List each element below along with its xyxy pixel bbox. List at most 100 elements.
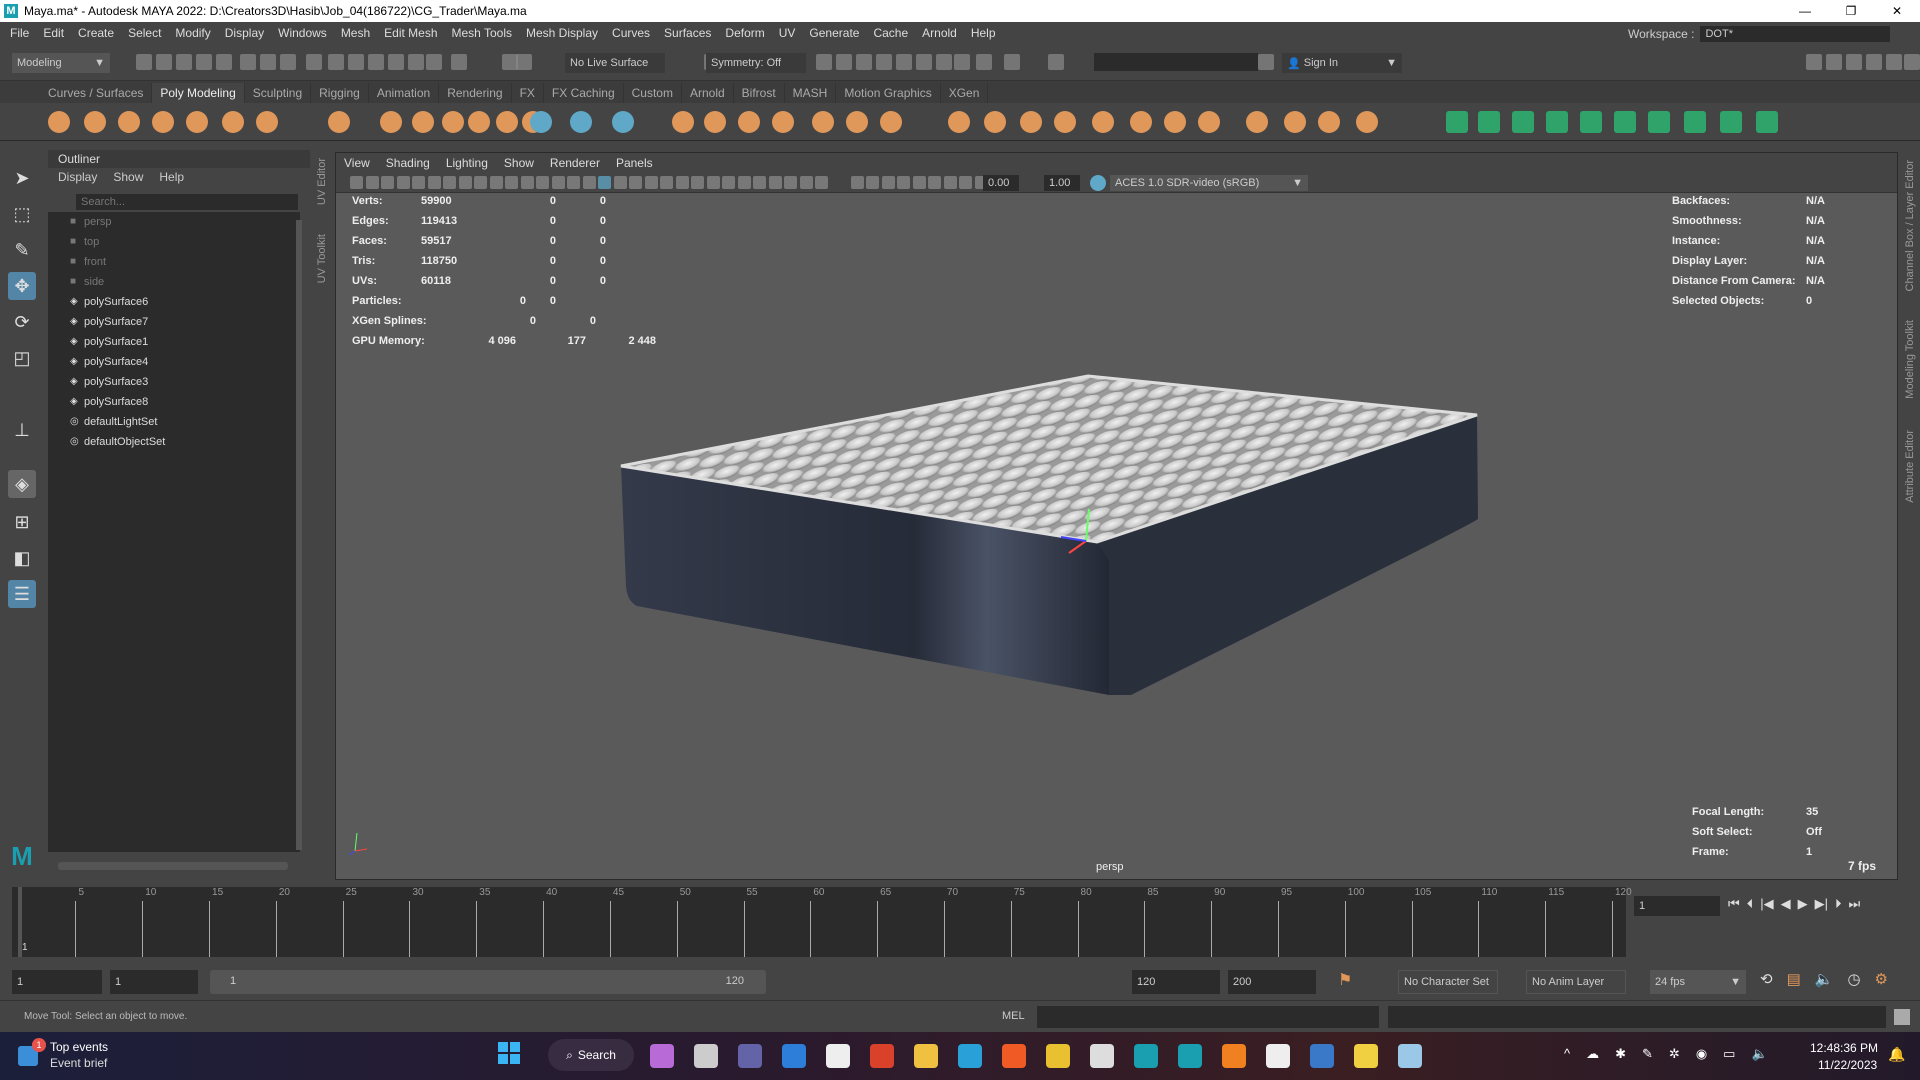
preferences-icon[interactable]: ⚙ (1875, 970, 1888, 988)
shelf-tool-icon[interactable] (380, 111, 402, 133)
statusline-tool-icon[interactable] (1004, 54, 1020, 70)
shelf-tool-icon[interactable] (118, 111, 140, 133)
input-field[interactable] (1094, 53, 1258, 71)
shelf-tool-icon[interactable] (1318, 111, 1340, 133)
menu-edit-mesh[interactable]: Edit Mesh (384, 26, 437, 40)
shelf-tool-icon[interactable] (1580, 111, 1602, 133)
statusline-tool-icon[interactable] (348, 54, 364, 70)
menu-mesh-display[interactable]: Mesh Display (526, 26, 598, 40)
script-language-toggle[interactable]: MEL (1002, 1010, 1025, 1022)
statusline-tool-icon[interactable] (451, 54, 467, 70)
fps-dropdown[interactable]: 24 fps ▼ (1650, 970, 1746, 994)
cache-icon[interactable]: ▤ (1787, 970, 1801, 988)
uv-toolkit-tab[interactable]: UV Toolkit (316, 234, 328, 283)
statusline-tool-icon[interactable] (240, 54, 256, 70)
outliner-scrollbar[interactable] (296, 220, 302, 850)
statusline-tool-icon[interactable] (954, 54, 970, 70)
shelf-tool-icon[interactable] (1198, 111, 1220, 133)
symmetry-dropdown[interactable]: Symmetry: Off (706, 53, 806, 73)
shelf-tool-icon[interactable] (328, 111, 350, 133)
shelf-tool-icon[interactable] (256, 111, 278, 133)
panel-toggle-icon[interactable] (1866, 54, 1882, 70)
panel-toggle-icon[interactable] (1886, 54, 1902, 70)
statusline-tool-icon[interactable] (426, 54, 442, 70)
shelf-tool-icon[interactable] (84, 111, 106, 133)
menu-curves[interactable]: Curves (612, 26, 650, 40)
shelf-tool-icon[interactable] (1446, 111, 1468, 133)
scale-tool-icon[interactable]: ◰ (8, 344, 36, 372)
notifications-bell-icon[interactable]: 🔔 (1888, 1046, 1905, 1063)
shelf-tool-icon[interactable] (704, 111, 726, 133)
two-pane-layout-icon[interactable]: ◧ (8, 544, 36, 572)
file-explorer-icon[interactable] (914, 1044, 938, 1068)
store-icon[interactable] (826, 1044, 850, 1068)
menu-display[interactable]: Display (225, 26, 264, 40)
bluetooth-icon[interactable]: ✲ (1669, 1046, 1680, 1062)
teams-icon[interactable] (738, 1044, 762, 1068)
menu-modify[interactable]: Modify (175, 26, 210, 40)
edge-icon[interactable] (958, 1044, 982, 1068)
statusline-tool-icon[interactable] (216, 54, 232, 70)
discord-icon[interactable]: ◉ (1696, 1046, 1707, 1062)
copilot-icon[interactable] (650, 1044, 674, 1068)
workspace-selector[interactable]: Workspace : DOT* (1628, 26, 1891, 42)
rotate-tool-icon[interactable]: ⟳ (8, 308, 36, 336)
panel-toggle-icon[interactable] (1806, 54, 1822, 70)
sign-in-button[interactable]: 👤 Sign In ▼ (1282, 53, 1402, 73)
statusline-tool-icon[interactable] (1048, 54, 1064, 70)
single-pane-layout-icon[interactable]: ◈ (8, 470, 36, 498)
character-set-dropdown[interactable]: No Character Set (1398, 970, 1498, 994)
command-input[interactable] (1037, 1006, 1379, 1028)
shelf-tool-icon[interactable] (412, 111, 434, 133)
uv-editor-tab[interactable]: UV Editor (316, 158, 328, 205)
shelf-tab-mash[interactable]: MASH (785, 83, 837, 103)
shelf-tool-icon[interactable] (880, 111, 902, 133)
inkscape-icon[interactable] (1266, 1044, 1290, 1068)
shelf-tool-icon[interactable] (672, 111, 694, 133)
step-back-frame-icon[interactable]: |◀ (1760, 896, 1773, 912)
shelf-tool-icon[interactable] (612, 111, 634, 133)
statusline-tool-icon[interactable] (1258, 54, 1274, 70)
step-forward-frame-icon[interactable]: ▶| (1815, 896, 1828, 912)
outliner-menu-help[interactable]: Help (159, 168, 184, 186)
play-backward-icon[interactable]: ◀ (1781, 896, 1791, 912)
panel-toggle-icon[interactable] (1846, 54, 1862, 70)
menu-deform[interactable]: Deform (725, 26, 764, 40)
attribute-editor-tab[interactable]: Attribute Editor (1904, 430, 1916, 503)
shelf-tab-xgen[interactable]: XGen (941, 83, 989, 103)
notes-icon[interactable] (1354, 1044, 1378, 1068)
menu-mesh-tools[interactable]: Mesh Tools (452, 26, 512, 40)
current-time-indicator[interactable] (18, 887, 22, 957)
shelf-tool-icon[interactable] (1478, 111, 1500, 133)
outliner-item[interactable]: ■ persp (48, 212, 300, 232)
chevron-up-icon[interactable]: ^ (1564, 1046, 1570, 1062)
statusline-tool-icon[interactable] (836, 54, 852, 70)
statusline-tool-icon[interactable] (896, 54, 912, 70)
zbrush-icon[interactable] (1090, 1044, 1114, 1068)
shelf-tool-icon[interactable] (1614, 111, 1636, 133)
playback-start-field[interactable]: 1 (110, 970, 198, 994)
statusline-tool-icon[interactable] (976, 54, 992, 70)
shelf-tool-icon[interactable] (1512, 111, 1534, 133)
shelf-tool-icon[interactable] (1164, 111, 1186, 133)
menu-windows[interactable]: Windows (278, 26, 327, 40)
workspace-dropdown[interactable]: DOT* (1700, 26, 1891, 42)
outliner-item[interactable]: ◎ defaultObjectSet (48, 432, 300, 452)
shelf-tab-bifrost[interactable]: Bifrost (734, 83, 785, 103)
close-button[interactable]: ✕ (1874, 0, 1920, 22)
shelf-tab-rendering[interactable]: Rendering (439, 83, 512, 103)
shelf-tool-icon[interactable] (570, 111, 592, 133)
shelf-tool-icon[interactable] (1546, 111, 1568, 133)
live-surface-field[interactable]: No Live Surface (565, 53, 665, 73)
time-editor-icon[interactable]: ◷ (1847, 970, 1860, 988)
shelf-tool-icon[interactable] (186, 111, 208, 133)
menu-file[interactable]: File (10, 26, 29, 40)
play-forward-icon[interactable]: ▶ (1798, 896, 1808, 912)
shelf-tab-motion-graphics[interactable]: Motion Graphics (836, 83, 941, 103)
widget-title[interactable]: Top events (50, 1040, 108, 1054)
shelf-tool-icon[interactable] (48, 111, 70, 133)
menu-help[interactable]: Help (971, 26, 996, 40)
outliner-layout-icon[interactable]: ☰ (8, 580, 36, 608)
statusline-tool-icon[interactable] (816, 54, 832, 70)
modeling-toolkit-tab[interactable]: Modeling Toolkit (1904, 320, 1916, 399)
